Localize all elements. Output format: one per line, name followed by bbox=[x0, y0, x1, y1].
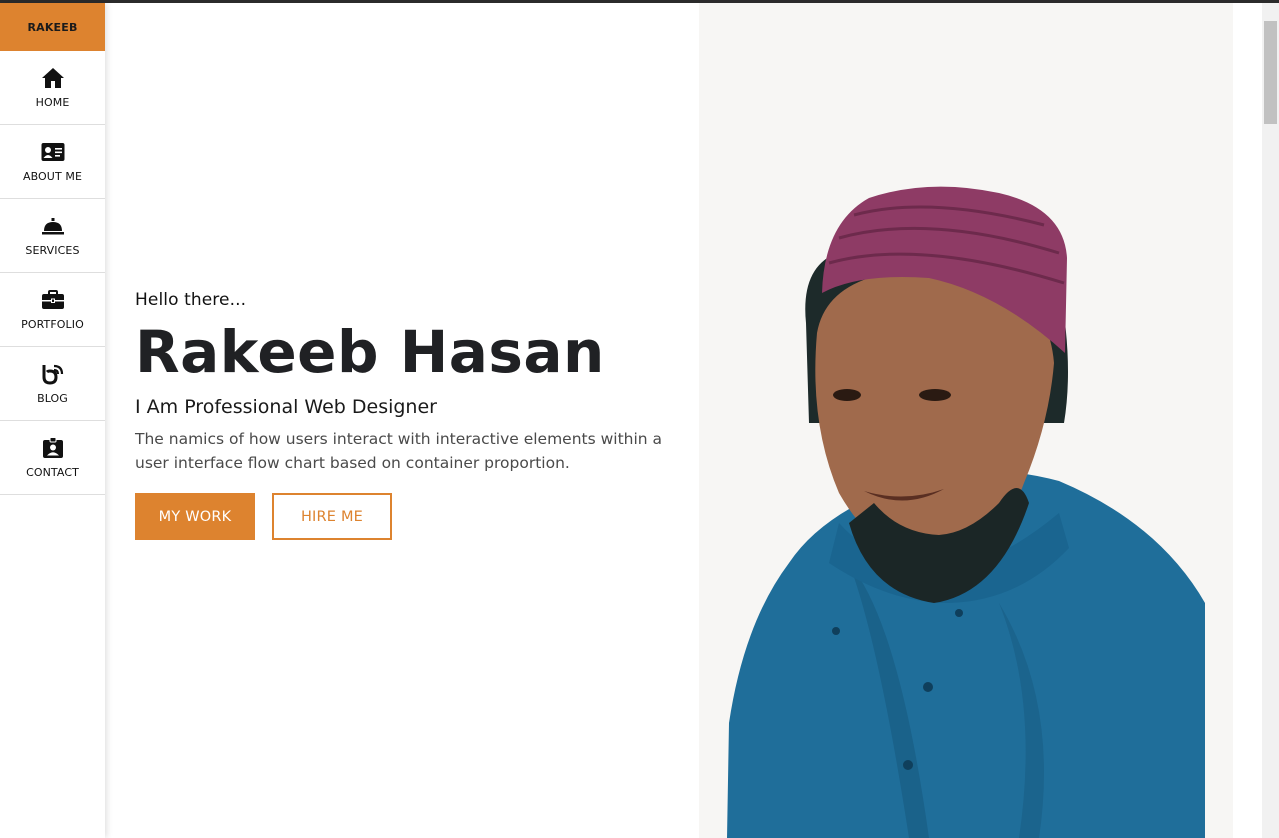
sidebar-item-contact[interactable]: CONTACT bbox=[0, 421, 105, 495]
sidebar-item-services[interactable]: SERVICES bbox=[0, 199, 105, 273]
brand-name: RAKEEB bbox=[27, 20, 78, 34]
my-work-button[interactable]: MY WORK bbox=[135, 493, 255, 540]
sidebar-item-about[interactable]: ABOUT ME bbox=[0, 125, 105, 199]
sidebar-item-label: SERVICES bbox=[25, 244, 80, 257]
sidebar-item-home[interactable]: HOME bbox=[0, 51, 105, 125]
brand-logo[interactable]: RAKEEB bbox=[0, 3, 105, 51]
hero-role: I Am Professional Web Designer bbox=[135, 396, 437, 418]
sidebar-item-blog[interactable]: BLOG bbox=[0, 347, 105, 421]
hero-section: Hello there... Rakeeb Hasan I Am Profess… bbox=[135, 290, 675, 540]
hire-me-button[interactable]: HIRE ME bbox=[272, 493, 392, 540]
page-scrollbar[interactable] bbox=[1262, 3, 1279, 838]
blog-icon bbox=[40, 362, 66, 386]
briefcase-icon bbox=[40, 288, 66, 312]
hero-description: The namics of how users interact with in… bbox=[135, 430, 663, 472]
sidebar: RAKEEB HOME ABOUT ME SERVICES PORTFOLIO … bbox=[0, 3, 105, 838]
hero-name: Rakeeb Hasan bbox=[135, 318, 605, 386]
sidebar-item-label: ABOUT ME bbox=[22, 170, 83, 183]
id-card-icon bbox=[40, 140, 66, 164]
sidebar-item-label: BLOG bbox=[37, 392, 68, 405]
hero-actions: MY WORK HIRE ME bbox=[135, 493, 675, 540]
sidebar-item-label: PORTFOLIO bbox=[21, 318, 84, 331]
scrollbar-thumb[interactable] bbox=[1264, 21, 1277, 124]
service-bell-icon bbox=[40, 214, 66, 238]
sidebar-item-portfolio[interactable]: PORTFOLIO bbox=[0, 273, 105, 347]
contact-badge-icon bbox=[40, 436, 66, 460]
sidebar-item-label: CONTACT bbox=[26, 466, 79, 479]
home-icon bbox=[40, 66, 66, 90]
hero-greeting: Hello there... bbox=[135, 290, 247, 310]
sidebar-item-label: HOME bbox=[35, 96, 70, 109]
portrait-image bbox=[727, 186, 1205, 838]
portrait-panel bbox=[699, 3, 1233, 838]
